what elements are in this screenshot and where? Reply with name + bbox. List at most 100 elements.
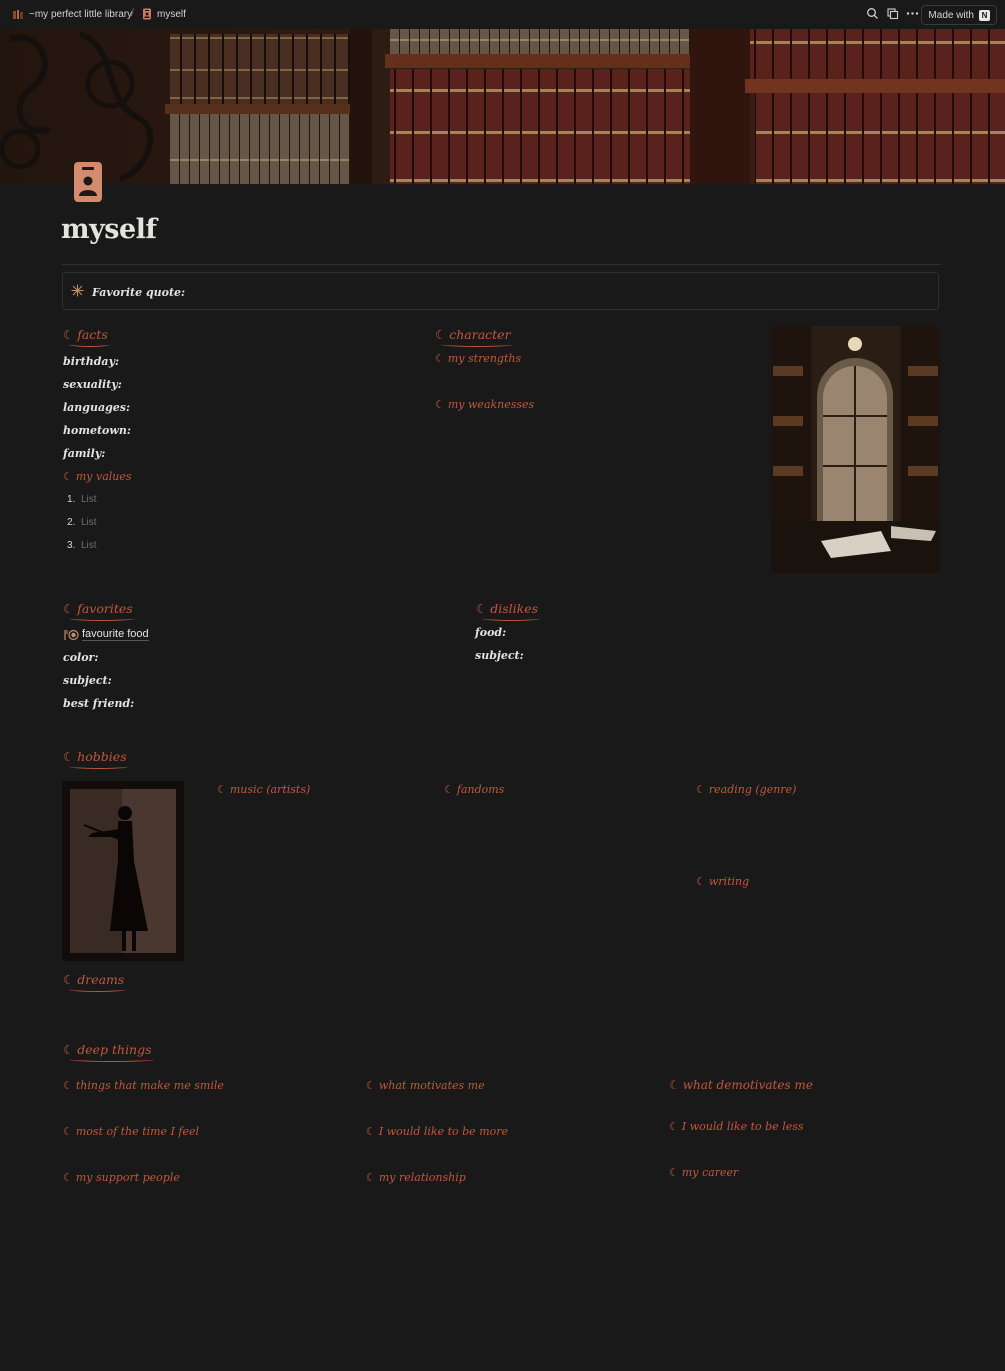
heading-hobbies-label: hobbies [69, 749, 130, 769]
subheading-writing-label: writing [708, 875, 750, 888]
subheading-music: ☾ music (artists) [217, 783, 310, 796]
moon-icon: ☾ [696, 783, 706, 796]
subheading-weaknesses: ☾ my weaknesses [435, 398, 534, 411]
moon-icon: ☾ [435, 352, 445, 365]
top-bar: ~my perfect little library / myself Made… [0, 0, 1005, 29]
subheading-smile-label: things that make me smile [75, 1079, 224, 1092]
heading-dreams-label: dreams [69, 972, 127, 992]
subheading-values: ☾ my values [63, 470, 132, 483]
prop-sexuality[interactable]: sexuality: [63, 378, 122, 391]
favorite-quote-callout[interactable]: Favorite quote: [62, 272, 939, 310]
subheading-career: ☾ my career [669, 1166, 738, 1179]
subheading-music-label: music (artists) [229, 783, 311, 796]
dining-icon [64, 629, 79, 640]
moon-icon: ☾ [669, 1166, 679, 1179]
subheading-writing: ☾ writing [696, 875, 749, 888]
moon-icon: ☾ [63, 749, 75, 764]
divider [62, 264, 941, 265]
heading-character-label: character [441, 327, 513, 347]
prop-hometown[interactable]: hometown: [63, 424, 131, 437]
prop-subject[interactable]: subject: [63, 674, 112, 687]
subheading-reading-label: reading (genre) [708, 783, 797, 796]
duplicate-icon[interactable] [886, 7, 899, 20]
breadcrumb-workspace[interactable]: ~my perfect little library [12, 8, 132, 20]
moon-icon: ☾ [476, 601, 488, 616]
subheading-strengths: ☾ my strengths [435, 352, 521, 365]
subheading-feel: ☾ most of the time I feel [63, 1125, 199, 1138]
heading-hobbies: ☾ hobbies [63, 749, 130, 769]
list-item[interactable]: 2. List [67, 517, 97, 528]
heading-character: ☾ character [435, 327, 513, 347]
moon-icon: ☾ [63, 1171, 73, 1184]
library-interior-image [771, 326, 940, 573]
moon-icon: ☾ [366, 1079, 376, 1092]
prop-birthday[interactable]: birthday: [63, 355, 119, 368]
moon-icon: ☾ [696, 875, 706, 888]
subheading-values-label: my values [75, 470, 132, 483]
moon-icon: ☾ [63, 601, 75, 616]
list-number: 1. [67, 494, 76, 505]
subheading-smile: ☾ things that make me smile [63, 1079, 224, 1092]
notion-logo-icon: N [979, 9, 990, 21]
moon-icon: ☾ [63, 972, 75, 987]
search-icon[interactable] [866, 7, 879, 20]
subheading-motivates-label: what motivates me [378, 1079, 485, 1092]
subheading-demotivates-label: what demotivates me [682, 1078, 813, 1092]
subheading-more: ☾ I would like to be more [366, 1125, 508, 1138]
prop-color[interactable]: color: [63, 651, 98, 664]
moon-icon: ☾ [435, 327, 447, 342]
list-item[interactable]: 1. List [67, 494, 97, 505]
heading-dreams: ☾ dreams [63, 972, 127, 992]
heading-facts-label: facts [69, 327, 110, 347]
heading-dislikes-label: dislikes [482, 601, 540, 621]
more-options-icon[interactable] [906, 7, 919, 20]
moon-icon: ☾ [669, 1078, 680, 1092]
heading-facts: ☾ facts [63, 327, 110, 347]
breadcrumb-separator: / [131, 8, 134, 19]
subheading-more-label: I would like to be more [378, 1125, 509, 1138]
made-with-notion-button[interactable]: Made with N [921, 5, 997, 25]
subheading-relationship: ☾ my relationship [366, 1171, 466, 1184]
subheading-fandoms: ☾ fandoms [444, 783, 504, 796]
moon-icon: ☾ [63, 1042, 75, 1057]
moon-icon: ☾ [366, 1171, 376, 1184]
subheading-strengths-label: my strengths [447, 352, 522, 365]
favourite-food-link[interactable]: favourite food [63, 628, 149, 641]
breadcrumb-page-label: myself [157, 8, 186, 20]
moon-icon: ☾ [366, 1125, 376, 1138]
subheading-motivates: ☾ what motivates me [366, 1079, 485, 1092]
subheading-reading: ☾ reading (genre) [696, 783, 796, 796]
badge-icon [143, 8, 151, 20]
moon-icon: ☾ [444, 783, 454, 796]
heading-dislikes: ☾ dislikes [476, 601, 540, 621]
subheading-feel-label: most of the time I feel [75, 1125, 200, 1138]
subheading-weaknesses-label: my weaknesses [447, 398, 535, 411]
prop-family[interactable]: family: [63, 447, 105, 460]
bookshelf-image [0, 29, 1005, 184]
subheading-support-label: my support people [75, 1171, 180, 1184]
list-text: List [81, 540, 97, 551]
heading-favorites: ☾ favorites [63, 601, 136, 621]
subheading-less: ☾ I would like to be less [669, 1120, 804, 1133]
list-item[interactable]: 3. List [67, 540, 97, 551]
list-text: List [81, 494, 97, 505]
violinist-silhouette-image [62, 781, 184, 961]
sparkle-icon [71, 284, 84, 297]
prop-food[interactable]: food: [475, 626, 506, 639]
prop-languages[interactable]: languages: [63, 401, 130, 414]
heading-deep-things-label: deep things [69, 1042, 154, 1062]
breadcrumb-page[interactable]: myself [142, 8, 186, 20]
moon-icon: ☾ [669, 1120, 679, 1133]
moon-icon: ☾ [435, 398, 445, 411]
subheading-less-label: I would like to be less [681, 1120, 804, 1133]
heading-deep-things: ☾ deep things [63, 1042, 154, 1062]
moon-icon: ☾ [217, 783, 227, 796]
subheading-demotivates: ☾ what demotivates me [669, 1078, 813, 1092]
prop-best-friend[interactable]: best friend: [63, 697, 134, 710]
list-number: 2. [67, 517, 76, 528]
prop-dislike-subject[interactable]: subject: [475, 649, 524, 662]
id-badge-icon[interactable] [70, 160, 106, 204]
workspace-icon [13, 10, 23, 19]
favorite-quote-label: Favorite quote: [92, 286, 186, 299]
subheading-relationship-label: my relationship [378, 1171, 466, 1184]
